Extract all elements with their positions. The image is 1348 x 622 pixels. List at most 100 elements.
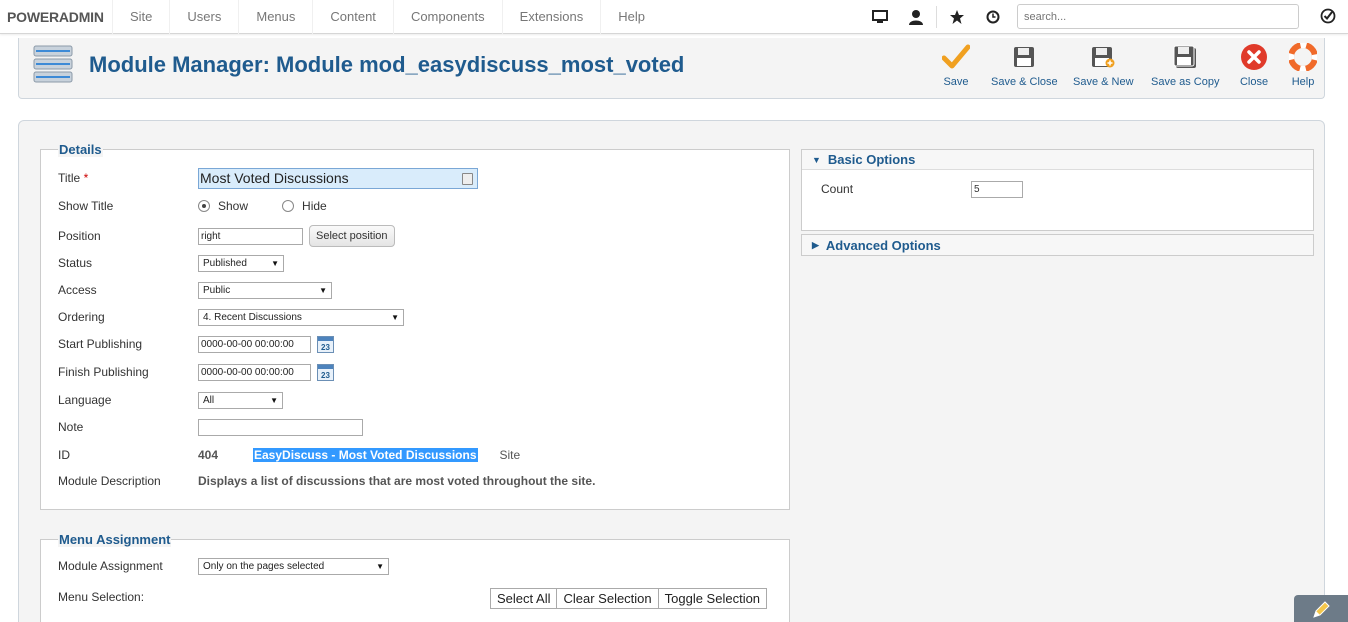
- module-name: EasyDiscuss - Most Voted Discussions: [253, 448, 478, 462]
- contact-card-icon: [462, 172, 473, 185]
- save-new-button[interactable]: Save & New: [1073, 42, 1134, 92]
- note-input[interactable]: [198, 418, 363, 436]
- details-legend: Details: [58, 142, 103, 157]
- status-label: Status: [58, 256, 93, 270]
- finish-publishing-input[interactable]: 0000-00-00 00:00:00: [198, 363, 311, 381]
- save-copy-label: Save as Copy: [1151, 76, 1220, 88]
- clock-icon[interactable]: [975, 0, 1011, 34]
- brand-part1: POWER: [7, 9, 59, 25]
- module-description: Displays a list of discussions that are …: [198, 474, 596, 488]
- language-select[interactable]: All ▼: [198, 391, 283, 409]
- close-button[interactable]: Close: [1239, 42, 1269, 92]
- top-bar: POWERADMIN Site Users Menus Content Comp…: [0, 0, 1348, 34]
- top-icons: [862, 0, 1011, 34]
- note-label: Note: [58, 420, 84, 434]
- advanced-options-pane: ▶ Advanced Options: [801, 234, 1314, 256]
- selection-buttons: Select All Clear Selection Toggle Select…: [490, 588, 768, 609]
- save-button[interactable]: Save: [941, 42, 971, 92]
- monitor-icon[interactable]: [862, 0, 898, 34]
- floppy-icon: [1009, 42, 1039, 72]
- checklist-icon[interactable]: [1320, 8, 1336, 24]
- access-select[interactable]: Public ▼: [198, 281, 332, 299]
- toggle-selection-button[interactable]: Toggle Selection: [657, 588, 768, 609]
- toolbar: Module Manager: Module mod_easydiscuss_m…: [18, 38, 1325, 99]
- edit-pencil-icon[interactable]: [1294, 595, 1348, 622]
- divider: [936, 6, 937, 28]
- nav-extensions[interactable]: Extensions: [501, 0, 601, 34]
- show-title-label: Show Title: [58, 199, 114, 213]
- help-label: Help: [1291, 76, 1315, 88]
- show-radio-label[interactable]: Show: [218, 199, 248, 213]
- select-position-button[interactable]: Select position: [309, 225, 395, 247]
- menu-assignment-legend: Menu Assignment: [58, 532, 172, 547]
- required-mark: *: [83, 171, 89, 185]
- calendar-icon[interactable]: 23: [317, 363, 334, 381]
- save-new-label: Save & New: [1073, 76, 1134, 88]
- dropdown-arrow-icon: ▼: [319, 285, 327, 295]
- page-title: Module Manager: Module mod_easydiscuss_m…: [89, 52, 685, 77]
- triangle-right-icon: ▶: [812, 239, 819, 250]
- status-select[interactable]: Published ▼: [198, 254, 284, 272]
- count-label: Count: [821, 182, 854, 196]
- main-panel: Details Title * Most Voted Discussions S…: [18, 120, 1325, 622]
- start-publishing-label: Start Publishing: [58, 337, 143, 351]
- show-radio[interactable]: [198, 200, 210, 212]
- nav-site[interactable]: Site: [112, 0, 169, 34]
- finish-publishing-label: Finish Publishing: [58, 365, 149, 379]
- save-label: Save: [943, 76, 969, 88]
- brand-logo[interactable]: POWERADMIN: [7, 9, 104, 25]
- hide-radio[interactable]: [282, 200, 295, 212]
- position-label: Position: [58, 229, 101, 243]
- dropdown-arrow-icon: ▼: [391, 312, 399, 322]
- nav-components[interactable]: Components: [392, 0, 502, 34]
- save-close-button[interactable]: Save & Close: [991, 42, 1058, 92]
- module-assignment-label: Module Assignment: [58, 559, 163, 573]
- basic-options-pane: ▼ Basic Options Count 5: [801, 149, 1314, 231]
- dropdown-arrow-icon: ▼: [271, 258, 279, 268]
- floppy-plus-icon: [1088, 42, 1118, 72]
- save-close-label: Save & Close: [991, 76, 1058, 88]
- menu-assignment-fieldset: Menu Assignment Module Assignment Only o…: [40, 532, 790, 622]
- menu-selection-label: Menu Selection:: [58, 590, 145, 604]
- checkmark-icon: [941, 42, 971, 72]
- nav-users[interactable]: Users: [169, 0, 238, 34]
- title-label: Title *: [58, 171, 89, 185]
- language-label: Language: [58, 393, 112, 407]
- select-all-button[interactable]: Select All: [490, 588, 558, 609]
- dropdown-arrow-icon: ▼: [376, 561, 384, 571]
- details-fieldset: Details Title * Most Voted Discussions S…: [40, 142, 790, 510]
- module-id: 404: [198, 448, 219, 462]
- description-label: Module Description: [58, 474, 161, 488]
- basic-options-header[interactable]: ▼ Basic Options: [802, 150, 1313, 170]
- close-icon: [1239, 42, 1269, 72]
- nav-content[interactable]: Content: [312, 0, 393, 34]
- start-publishing-input[interactable]: 0000-00-00 00:00:00: [198, 335, 311, 353]
- brand-part2: ADMIN: [58, 9, 104, 25]
- help-button[interactable]: Help: [1288, 42, 1318, 92]
- main-nav: Site Users Menus Content Components Exte…: [112, 0, 662, 34]
- advanced-options-header[interactable]: ▶ Advanced Options: [802, 235, 1313, 255]
- calendar-icon[interactable]: 23: [317, 335, 334, 353]
- lifebuoy-icon: [1288, 42, 1318, 72]
- ordering-label: Ordering: [58, 310, 105, 324]
- position-input[interactable]: right: [198, 227, 303, 245]
- module-assignment-select[interactable]: Only on the pages selected ▼: [198, 557, 389, 575]
- save-copy-button[interactable]: Save as Copy: [1151, 42, 1219, 92]
- triangle-down-icon: ▼: [812, 154, 821, 165]
- hide-radio-label[interactable]: Hide: [302, 199, 327, 213]
- nav-menus[interactable]: Menus: [238, 0, 312, 34]
- clear-selection-button[interactable]: Clear Selection: [556, 588, 659, 609]
- module-manager-icon: [33, 44, 73, 84]
- star-icon[interactable]: [939, 0, 975, 34]
- access-label: Access: [58, 283, 97, 297]
- search-input[interactable]: [1017, 4, 1299, 29]
- user-icon[interactable]: [898, 0, 934, 34]
- module-client: Site: [499, 448, 521, 462]
- close-label: Close: [1239, 76, 1269, 88]
- title-input[interactable]: Most Voted Discussions: [198, 167, 478, 189]
- dropdown-arrow-icon: ▼: [270, 395, 278, 405]
- ordering-select[interactable]: 4. Recent Discussions ▼: [198, 308, 404, 326]
- floppy-copy-icon: [1170, 42, 1200, 72]
- nav-help[interactable]: Help: [600, 0, 662, 34]
- count-input[interactable]: 5: [971, 181, 1023, 198]
